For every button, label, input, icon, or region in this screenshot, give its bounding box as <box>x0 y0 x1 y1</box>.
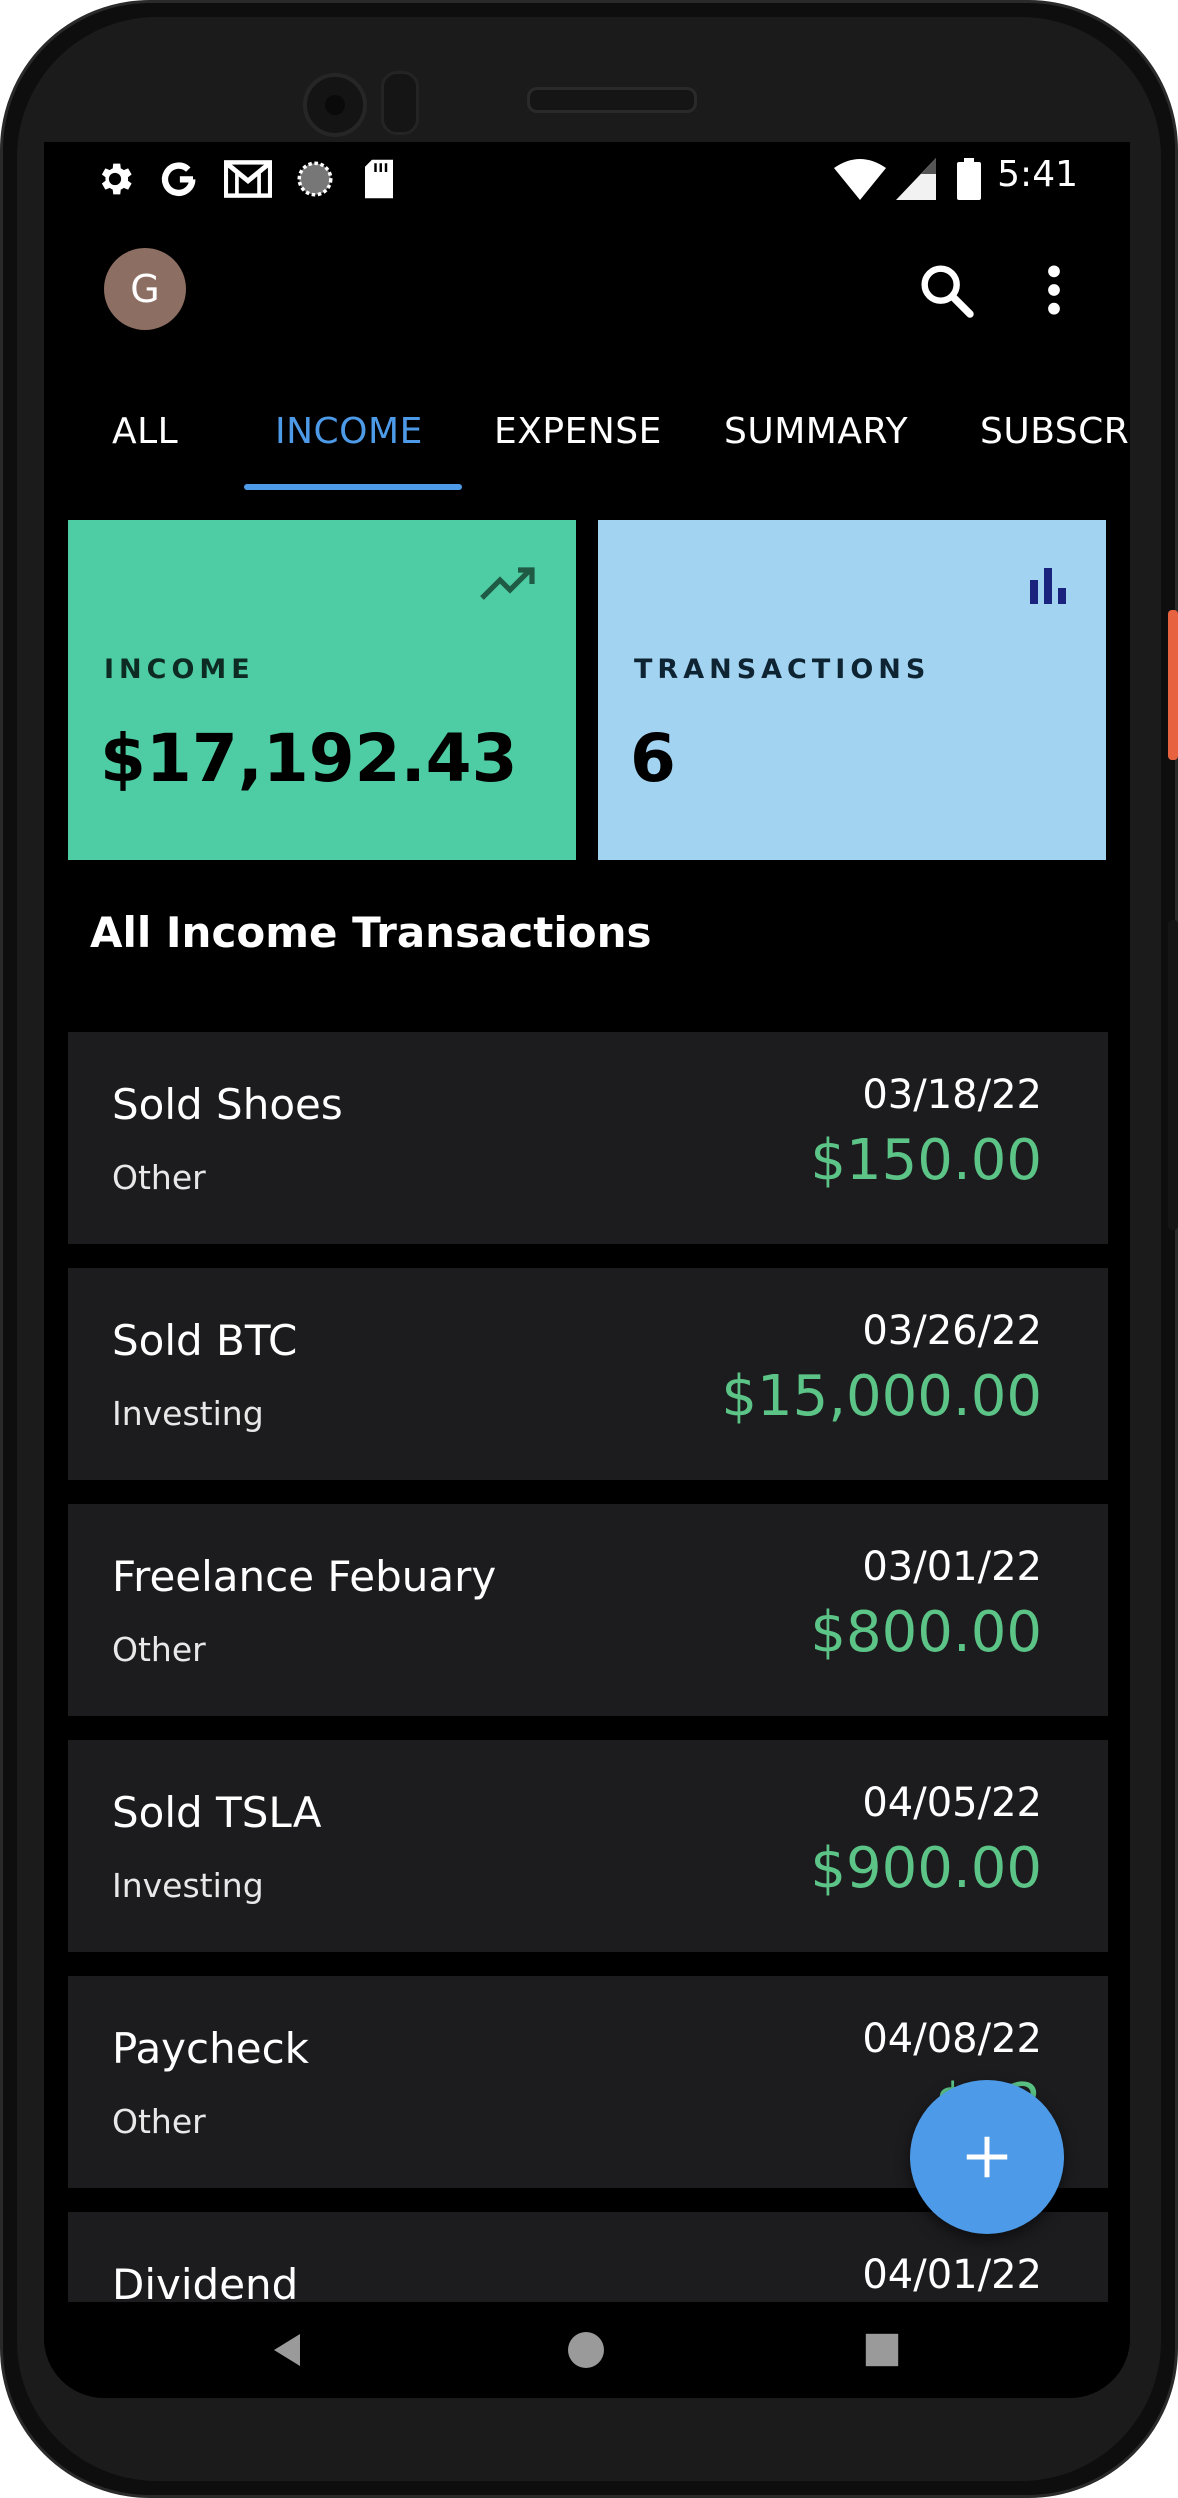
sd-card-icon <box>365 159 393 199</box>
income-card-label: INCOME <box>104 654 255 685</box>
front-camera <box>303 73 367 137</box>
transaction-amount: $150.00 <box>810 1128 1042 1193</box>
status-clock: 5:41 <box>997 154 1078 195</box>
transaction-title: Sold TSLA <box>112 1788 322 1837</box>
tab-expense[interactable]: EXPENSE <box>494 392 662 492</box>
earpiece-speaker <box>527 87 697 113</box>
home-icon[interactable] <box>566 2330 606 2370</box>
transaction-date: 03/18/22 <box>862 1072 1042 1118</box>
power-button <box>1168 610 1178 760</box>
transaction-category: Investing <box>112 1394 264 1433</box>
transactions-card-value: 6 <box>630 720 676 797</box>
recents-icon[interactable] <box>864 2332 900 2368</box>
app-screen: 5:41 G ALL INCOME EXPENSE SUMMARY SUBSCR… <box>44 142 1130 2398</box>
battery-icon <box>957 158 981 200</box>
proximity-sensor <box>381 71 419 135</box>
tab-bar: ALL INCOME EXPENSE SUMMARY SUBSCR <box>44 392 1130 492</box>
list-item[interactable]: Freelance Febuary Other 03/01/22 $800.00 <box>68 1504 1108 1716</box>
active-tab-indicator <box>244 484 462 490</box>
settings-icon <box>101 163 132 195</box>
bar-chart-icon <box>1030 568 1066 604</box>
income-card-value: $17,192.43 <box>100 720 518 797</box>
transaction-category: Other <box>112 1158 206 1197</box>
list-item[interactable]: Sold TSLA Investing 04/05/22 $900.00 <box>68 1740 1108 1952</box>
volume-button <box>1168 920 1178 1230</box>
tab-all[interactable]: ALL <box>112 392 178 492</box>
tab-subscriptions[interactable]: SUBSCR <box>980 392 1129 492</box>
search-icon[interactable] <box>914 258 978 322</box>
transaction-amount: $800.00 <box>810 1600 1042 1665</box>
transaction-amount: $15,000.00 <box>721 1364 1042 1429</box>
google-icon <box>161 162 196 197</box>
wifi-icon <box>834 159 886 200</box>
transaction-title: Sold Shoes <box>112 1080 343 1129</box>
gmail-icon <box>224 160 272 198</box>
system-nav-bar <box>44 2302 1130 2398</box>
transaction-category: Other <box>112 1630 206 1669</box>
transaction-category: Other <box>112 2102 206 2141</box>
transaction-date: 04/05/22 <box>862 1780 1042 1826</box>
signal-icon <box>896 158 936 200</box>
list-item[interactable]: Sold BTC Investing 03/26/22 $15,000.00 <box>68 1268 1108 1480</box>
transaction-title: Sold BTC <box>112 1316 298 1365</box>
transaction-category: Investing <box>112 1866 264 1905</box>
transaction-date: 03/01/22 <box>862 1544 1042 1590</box>
avatar[interactable]: G <box>104 248 186 330</box>
plus-icon <box>966 2136 1008 2178</box>
trending-up-icon <box>480 567 535 600</box>
transactions-card: TRANSACTIONS 6 <box>598 520 1106 860</box>
transaction-title: Paycheck <box>112 2024 309 2073</box>
transaction-date: 03/26/22 <box>862 1308 1042 1354</box>
add-transaction-button[interactable] <box>910 2080 1064 2234</box>
back-icon[interactable] <box>268 2330 308 2370</box>
transaction-date: 04/01/22 <box>862 2252 1042 2298</box>
more-vert-icon[interactable] <box>1034 258 1074 322</box>
transaction-amount: $900.00 <box>810 1836 1042 1901</box>
status-bar: 5:41 <box>44 142 1130 212</box>
sync-icon <box>297 161 333 197</box>
tab-summary[interactable]: SUMMARY <box>724 392 908 492</box>
transaction-title: Freelance Febuary <box>112 1552 497 1601</box>
transaction-date: 04/08/22 <box>862 2016 1042 2062</box>
list-item[interactable]: Sold Shoes Other 03/18/22 $150.00 <box>68 1032 1108 1244</box>
income-card: INCOME $17,192.43 <box>68 520 576 860</box>
tab-income[interactable]: INCOME <box>275 392 423 492</box>
transactions-card-label: TRANSACTIONS <box>634 654 931 685</box>
section-title: All Income Transactions <box>90 908 652 957</box>
